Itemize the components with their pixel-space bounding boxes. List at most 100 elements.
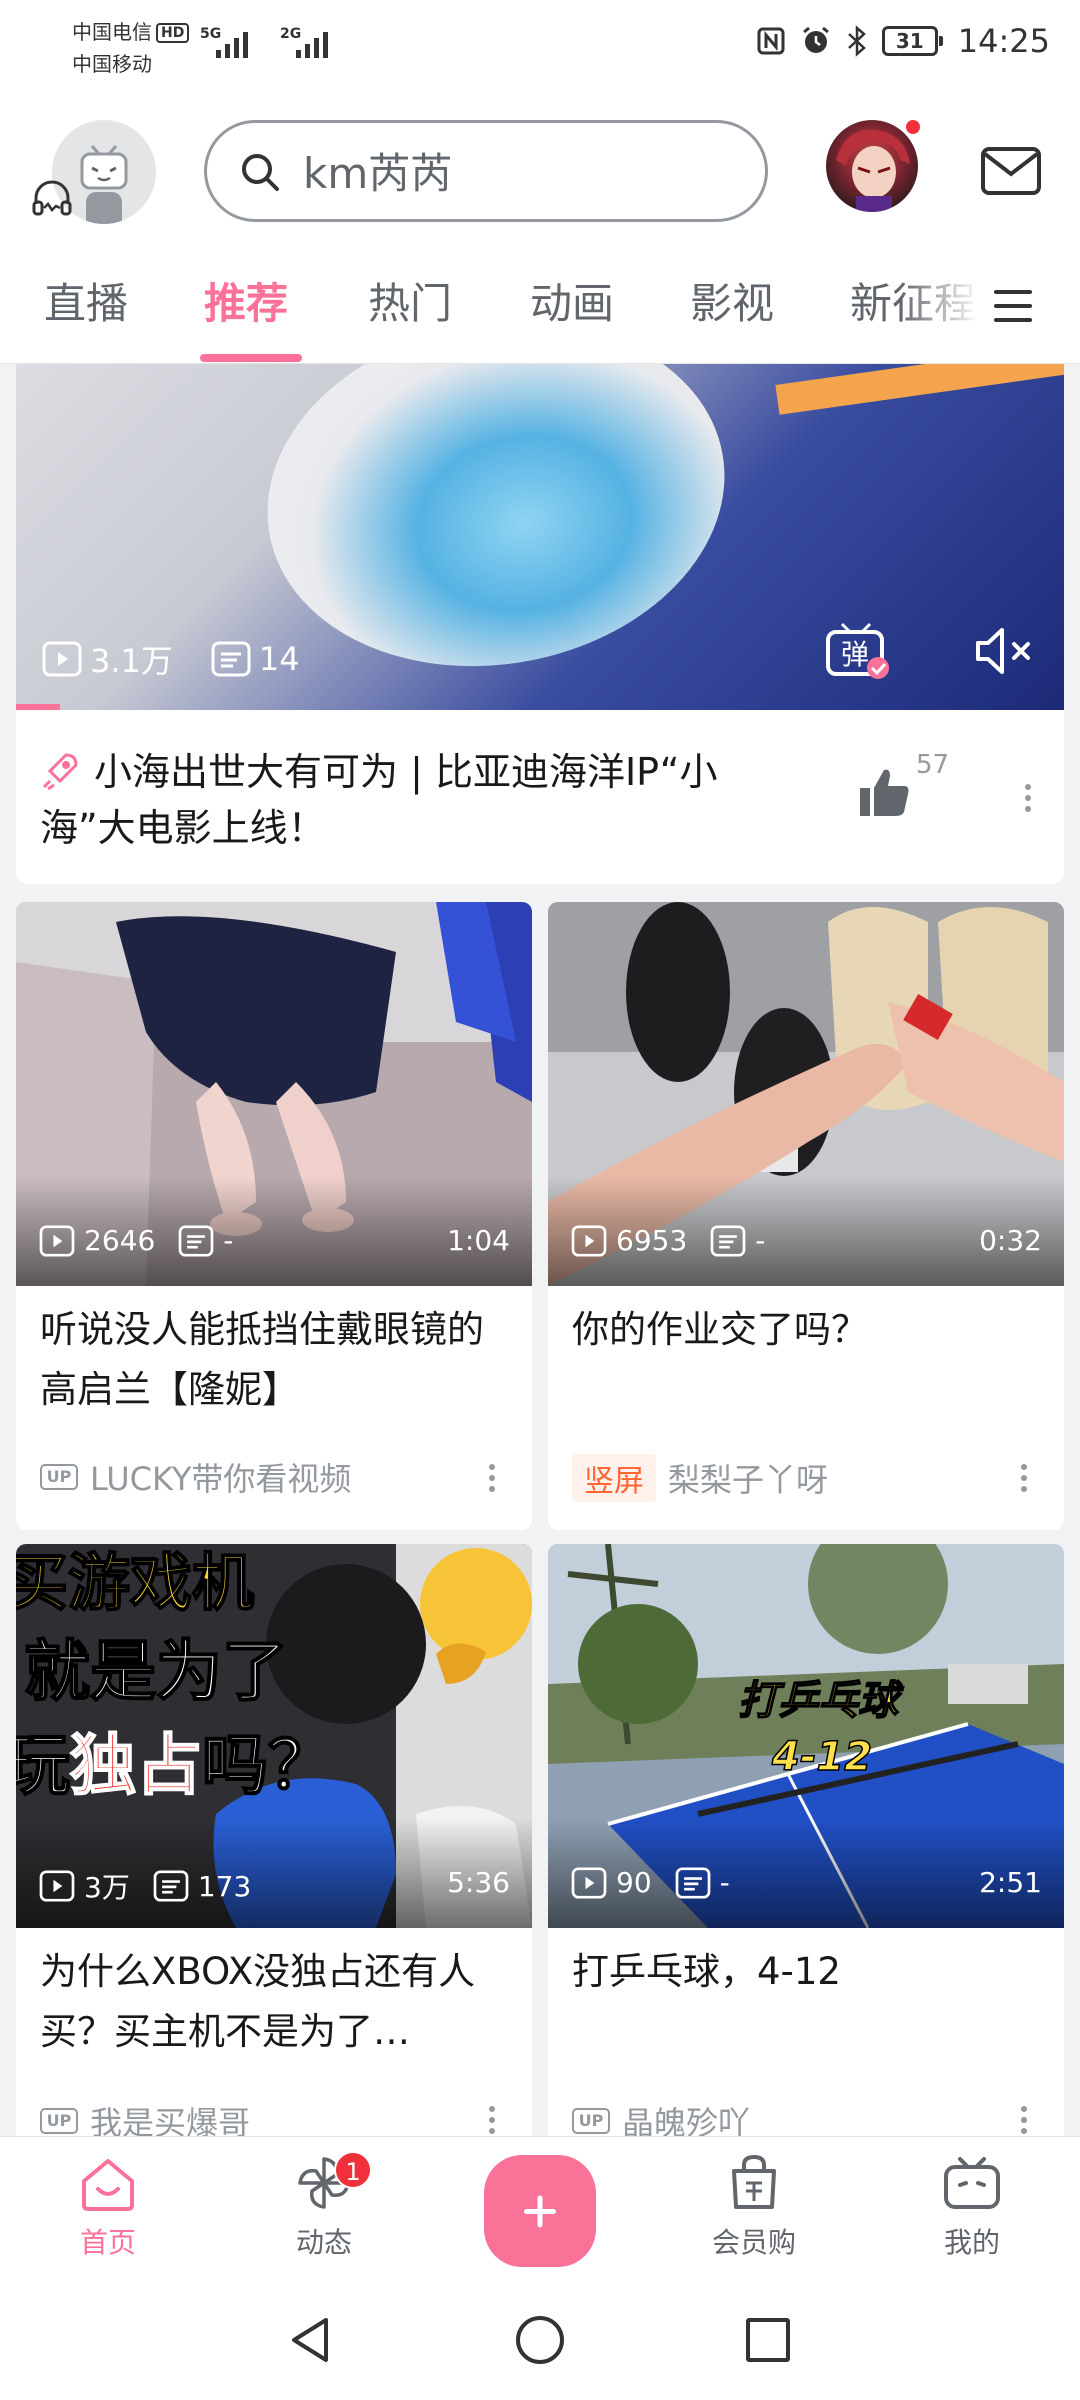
carrier-2: 中国移动 — [72, 52, 152, 76]
more-options-icon[interactable] — [488, 2106, 496, 2136]
tab-animation[interactable]: 动画 — [530, 274, 614, 334]
bottom-navigation: 首页 动态 1 会员购 我的 — [0, 2136, 1080, 2284]
search-input[interactable]: km芮芮 — [204, 120, 768, 222]
svg-text:弹: 弹 — [841, 638, 869, 671]
more-options-icon[interactable] — [1020, 2106, 1028, 2136]
nav-mine[interactable]: 我的 — [912, 2151, 1032, 2261]
featured-danmaku: 14 — [258, 640, 300, 678]
play-count-icon — [42, 641, 82, 677]
nfc-icon — [757, 27, 785, 55]
svg-text:就是为了: 就是为了 — [24, 1633, 288, 1710]
tab-film[interactable]: 影视 — [690, 274, 774, 334]
featured-video-card[interactable]: 3.1万 14 弹 小海出世大有可为 | 比亚迪海洋IP“小海”大电影上线！ 5… — [16, 364, 1064, 884]
view-count: 2646 — [84, 1224, 156, 1257]
uploader[interactable]: UP LUCKY带你看视频 — [40, 1454, 351, 1500]
system-navigation-bar — [0, 2284, 1080, 2400]
video-duration: 0:32 — [979, 1224, 1042, 1257]
status-bar: 中国电信 HD 中国移动 5G 2G 31 14:25 — [0, 0, 1080, 96]
battery-icon: 31 — [881, 26, 943, 56]
uploader-name: 我是买爆哥 — [90, 2104, 251, 2136]
tab-recommend[interactable]: 推荐 — [204, 274, 288, 334]
video-card[interactable]: 2646 - 1:04 听说没人能抵挡住戴眼镜的高启兰【隆妮】 UP LUCKY… — [16, 902, 532, 1530]
clock: 14:25 — [957, 22, 1050, 60]
danmaku-count: - — [223, 1224, 234, 1257]
svg-text:4-12: 4-12 — [771, 1734, 872, 1780]
rocket-icon — [42, 753, 78, 791]
uploader[interactable]: UP 晶魄殄吖 — [572, 2098, 750, 2136]
hd-badge: HD — [156, 23, 190, 43]
video-title[interactable]: 听说没人能抵挡住戴眼镜的高启兰【隆妮】 — [40, 1300, 510, 1420]
more-options-icon[interactable] — [1020, 1464, 1028, 1498]
mail-icon[interactable] — [980, 146, 1042, 196]
featured-views: 3.1万 — [90, 642, 173, 680]
up-badge: UP — [40, 1464, 78, 1490]
notification-dot — [904, 118, 922, 136]
tab-hot[interactable]: 热门 — [368, 274, 452, 334]
home-icon — [82, 2159, 134, 2211]
svg-text:买游戏机: 买游戏机 — [16, 1546, 254, 1619]
dynamic-badge: 1 — [334, 2151, 372, 2189]
danmaku-count-icon — [675, 1866, 710, 1899]
like-count: 57 — [916, 750, 950, 780]
more-options-icon[interactable] — [1024, 784, 1032, 818]
nav-home[interactable]: 首页 — [48, 2151, 168, 2261]
nav-vip-shop[interactable]: 会员购 — [694, 2151, 814, 2261]
view-count: 6953 — [616, 1224, 688, 1257]
top-header: km芮芮 — [0, 96, 1080, 246]
video-card[interactable]: 打乒乓球 4-12 90 - 2:51 打乒乓球，4-12 UP 晶魄殄吖 — [548, 1544, 1064, 2136]
carrier-1: 中国电信 — [72, 20, 152, 44]
danmaku-count-icon — [178, 1224, 214, 1257]
video-card[interactable]: 买游戏机 就是为了 玩独占吗？ 3万 173 5:36 为什么XBOX没独占还有… — [16, 1544, 532, 2136]
play-count-icon — [39, 1224, 75, 1257]
publish-button[interactable] — [484, 2155, 596, 2267]
danmaku-count: - — [755, 1224, 766, 1257]
video-duration: 1:04 — [447, 1224, 510, 1257]
active-tab-indicator — [200, 354, 302, 362]
uploader-name: LUCKY带你看视频 — [90, 1460, 352, 1498]
home-circle-icon[interactable] — [516, 2316, 564, 2364]
video-duration: 2:51 — [979, 1866, 1042, 1899]
video-duration: 5:36 — [447, 1866, 510, 1899]
tv-icon — [944, 2157, 1000, 2209]
play-count-icon — [571, 1224, 607, 1257]
carrier-info: 中国电信 HD 中国移动 — [72, 16, 190, 80]
back-icon[interactable] — [286, 2314, 334, 2366]
alarm-icon — [802, 26, 829, 53]
menu-icon[interactable] — [990, 288, 1034, 324]
danmaku-toggle-icon[interactable]: 弹 — [824, 620, 892, 686]
view-count: 90 — [616, 1866, 652, 1899]
uploader-name: 梨梨子丫呀 — [668, 1461, 829, 1499]
video-card[interactable]: 6953 - 0:32 你的作业交了吗？ 竖屏 梨梨子丫呀 — [548, 902, 1064, 1530]
headset-icon[interactable] — [30, 176, 74, 220]
danmaku-count: 173 — [197, 1869, 252, 1903]
video-title[interactable]: 你的作业交了吗？ — [572, 1300, 1042, 1360]
uploader[interactable]: 竖屏 梨梨子丫呀 — [572, 1454, 828, 1502]
featured-title[interactable]: 小海出世大有可为 | 比亚迪海洋IP“小海”大电影上线！ — [40, 744, 800, 856]
play-count-icon — [571, 1866, 607, 1899]
view-count: 3万 — [84, 1871, 130, 1904]
vertical-video-tag: 竖屏 — [572, 1454, 656, 1502]
video-title[interactable]: 为什么XBOX没独占还有人买？买主机不是为了… — [40, 1942, 510, 2062]
uploader[interactable]: UP 我是买爆哥 — [40, 2098, 250, 2136]
mute-icon[interactable] — [974, 624, 1036, 678]
svg-text:打乒乓球: 打乒乓球 — [738, 1678, 904, 1724]
tab-live[interactable]: 直播 — [44, 274, 128, 334]
video-title[interactable]: 打乒乓球，4-12 — [572, 1942, 1042, 2002]
shopping-bag-icon — [732, 2154, 776, 2209]
play-count-icon — [39, 1870, 75, 1902]
up-badge: UP — [572, 2108, 610, 2134]
danmaku-count-icon — [153, 1870, 189, 1902]
bluetooth-icon — [847, 25, 866, 57]
signal-sim2-icon: 2G — [280, 26, 336, 60]
category-tabs: 直播 推荐 热门 动画 影视 新征程 — [0, 246, 1080, 364]
recent-apps-icon[interactable] — [746, 2318, 790, 2362]
danmaku-count-icon — [710, 1224, 746, 1257]
up-badge: UP — [40, 2108, 78, 2134]
character-avatar-icon — [836, 129, 910, 212]
like-icon[interactable] — [856, 764, 912, 820]
danmaku-count: - — [719, 1866, 730, 1899]
more-options-icon[interactable] — [488, 1464, 496, 1498]
search-query: km芮芮 — [303, 149, 453, 198]
search-icon — [242, 154, 279, 191]
profile-avatar[interactable] — [826, 120, 918, 212]
